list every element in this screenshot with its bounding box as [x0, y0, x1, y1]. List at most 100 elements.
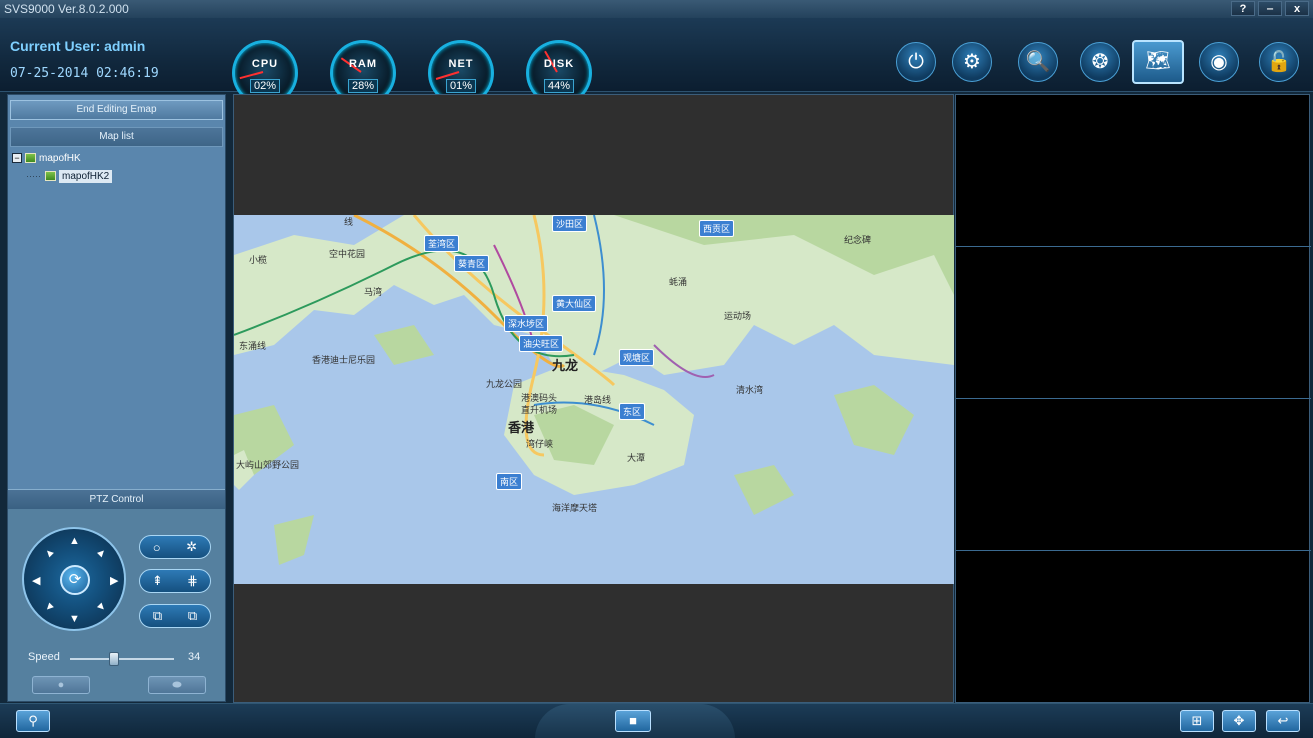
iris-controls: ○ ✲: [139, 535, 211, 559]
back-button[interactable]: ↩: [1266, 710, 1300, 732]
gauge-label: CPU: [251, 58, 279, 70]
zoom-in-icon[interactable]: ⧉: [188, 608, 197, 624]
map-text: 湾仔峡: [526, 439, 554, 449]
focus-near-icon[interactable]: ⇞: [152, 573, 163, 589]
focus-controls: ⇞ ⋕: [139, 569, 211, 593]
lock-icon: 🔓: [1266, 51, 1292, 73]
pan-right-icon[interactable]: ▶: [110, 574, 118, 587]
iris-open-icon[interactable]: ✲: [186, 539, 197, 555]
map-text: 清水湾: [736, 385, 764, 395]
camera-slot[interactable]: [956, 247, 1311, 398]
map-text: 空中花园: [329, 249, 366, 259]
datetime: 07-25-2014 02:46:19: [10, 66, 159, 81]
map-label: 东区: [619, 403, 646, 420]
lock-button[interactable]: 🔓: [1259, 42, 1299, 82]
bottom-search-button[interactable]: ⚲: [16, 710, 50, 732]
map-text: 九龙公园: [486, 379, 523, 389]
map-text: 蚝涌: [669, 277, 688, 287]
snapshot-button[interactable]: ■: [615, 710, 651, 732]
iris-close-icon[interactable]: ○: [153, 540, 161, 555]
gauge-label: NET: [448, 58, 474, 70]
minimize-button[interactable]: ‒: [1258, 1, 1282, 16]
settings-button[interactable]: ⚙: [952, 42, 992, 82]
map-image[interactable]: 沙田区 西贡区 荃湾区 葵青区 黄大仙区 深水埗区 油尖旺区 观塘区 东区 南区…: [234, 215, 954, 584]
speed-label: Speed: [28, 651, 60, 663]
map-text: 东涌线: [239, 341, 267, 351]
speed-slider-thumb[interactable]: [108, 652, 119, 666]
map-label: 观塘区: [619, 349, 655, 366]
move-button[interactable]: ✥: [1222, 710, 1256, 732]
search-icon: ⚲: [28, 713, 38, 728]
speed-value: 34: [188, 651, 201, 663]
power-button[interactable]: ⏻: [896, 42, 936, 82]
bottom-bar: ⚲ ■ ⊞ ✥ ↩: [0, 703, 1313, 738]
video-reel-button[interactable]: ❂: [1080, 42, 1120, 82]
map-label: 沙田区: [552, 215, 588, 232]
map-label: 南区: [496, 473, 523, 490]
ptz-control-header: PTZ Control: [8, 489, 225, 509]
gauge-value: 44%: [544, 79, 574, 93]
move-icon: ✥: [1233, 713, 1245, 728]
ptz-direction-pad: ▲ ▼ ◀ ▶ ▲ ▲ ▲ ▲ ⟳: [22, 527, 126, 631]
tree-item-mapofhk2[interactable]: ····· mapofHK2: [12, 167, 113, 185]
help-button[interactable]: ?: [1231, 1, 1255, 16]
close-button[interactable]: x: [1285, 1, 1309, 16]
map-region-name: 香港: [508, 420, 535, 435]
disk-gauge: DISK 44%: [526, 40, 592, 106]
video-reel-icon: ❂: [1091, 51, 1109, 73]
light-button[interactable]: ●: [32, 676, 90, 694]
wiper-button[interactable]: ⬬: [148, 676, 206, 694]
auto-scan-button[interactable]: ⟳: [60, 565, 90, 595]
camera-snapshot-icon: ■: [629, 713, 637, 728]
emap-button[interactable]: 🗺: [1132, 40, 1184, 84]
bottom-center-tab: ■: [535, 704, 735, 738]
title-bar: SVS9000 Ver.8.0.2.000 ? ‒ x: [0, 0, 1313, 18]
pan-up-left-icon[interactable]: ▲: [41, 545, 57, 561]
zoom-out-icon[interactable]: ⧉: [153, 608, 162, 624]
map-text: 马湾: [364, 287, 383, 297]
map-label: 荃湾区: [424, 235, 460, 252]
map-text: 海洋摩天塔: [552, 503, 598, 513]
current-user: Current User: admin: [10, 38, 146, 54]
map-text: 线: [344, 217, 354, 227]
pan-up-right-icon[interactable]: ▲: [93, 545, 109, 561]
wiper-icon: ⬬: [172, 679, 182, 691]
header: Current User: admin 07-25-2014 02:46:19 …: [0, 18, 1313, 106]
map-text: 运动场: [724, 311, 752, 321]
pan-up-icon[interactable]: ▲: [69, 535, 80, 547]
search-playback-button[interactable]: 🔍: [1018, 42, 1058, 82]
map-text: 直升机场: [521, 405, 558, 415]
camera-slot[interactable]: [956, 551, 1311, 702]
tree-item-label: mapofHK: [39, 152, 81, 164]
camera-slot[interactable]: [956, 399, 1311, 550]
grid-layout-button[interactable]: ⊞: [1180, 710, 1214, 732]
end-editing-emap-button[interactable]: End Editing Emap: [10, 100, 223, 120]
map-label: 深水埗区: [504, 315, 549, 332]
pan-down-left-icon[interactable]: ▲: [41, 599, 57, 615]
gauge-value: 01%: [446, 79, 476, 93]
tree-item-mapofhk[interactable]: − mapofHK: [12, 149, 112, 167]
map-text: 小榄: [249, 255, 268, 265]
speed-slider[interactable]: [70, 658, 174, 660]
pan-down-icon[interactable]: ▼: [69, 613, 80, 625]
pan-down-right-icon[interactable]: ▲: [93, 599, 109, 615]
gauge-label: DISK: [543, 58, 575, 70]
gauge-value: 28%: [348, 79, 378, 93]
map-label: 黄大仙区: [552, 295, 597, 312]
gauge-value: 02%: [250, 79, 280, 93]
map-icon: [25, 153, 36, 163]
camera-preview-panel: [955, 94, 1311, 703]
webcam-icon: ◉: [1210, 51, 1228, 73]
collapse-icon[interactable]: −: [12, 153, 22, 163]
map-label: 油尖旺区: [519, 335, 564, 352]
ram-gauge: RAM 28%: [330, 40, 396, 106]
focus-far-icon[interactable]: ⋕: [187, 573, 198, 589]
pan-left-icon[interactable]: ◀: [32, 574, 40, 587]
webcam-button[interactable]: ◉: [1199, 42, 1239, 82]
tree-item-label: mapofHK2: [59, 169, 113, 183]
camera-slot[interactable]: [956, 95, 1311, 246]
tree-connector: ·····: [26, 171, 41, 181]
window-title: SVS9000 Ver.8.0.2.000: [4, 2, 129, 16]
grid-layout-icon: ⊞: [1191, 713, 1203, 728]
search-playback-icon: 🔍: [1025, 51, 1051, 73]
